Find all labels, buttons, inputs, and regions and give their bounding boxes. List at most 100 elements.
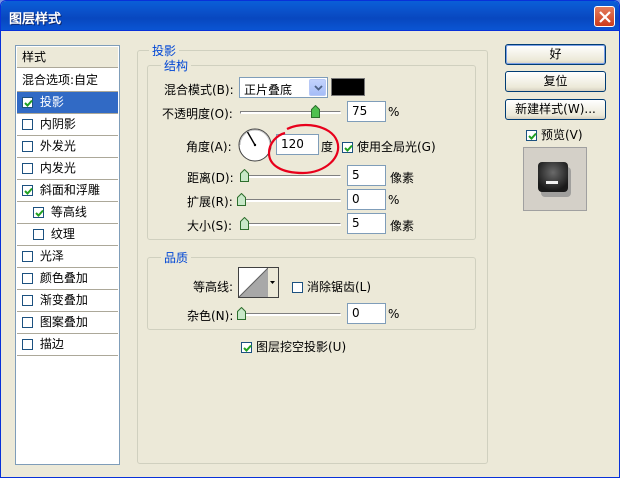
checkmark-icon — [24, 99, 33, 107]
style-item-texture[interactable]: 纹理 — [17, 224, 118, 245]
opacity-slider-thumb[interactable] — [311, 105, 321, 118]
caret-down-icon — [270, 281, 275, 284]
style-item-inner-shadow[interactable]: 内阴影 — [17, 114, 118, 135]
global-light-label: 使用全局光(G) — [357, 140, 436, 154]
distance-input[interactable]: 5 — [347, 165, 386, 186]
layer-style-dialog: 图层样式 样式 混合选项:自定 投影 内阴影 外发光 内发光 斜面和浮雕 等高线… — [0, 0, 620, 478]
checkmark-icon — [344, 144, 353, 152]
opacity-label: 不透明度(O): — [162, 107, 233, 121]
spread-unit: % — [388, 193, 400, 207]
distance-slider-track[interactable] — [240, 175, 341, 178]
style-item-label: 描边 — [39, 337, 64, 351]
blend-mode-label: 混合模式(B): — [164, 83, 234, 97]
angle-input[interactable]: 120 — [276, 134, 319, 155]
gradient-overlay-checkbox[interactable] — [22, 295, 33, 306]
noise-slider-track[interactable] — [240, 313, 341, 316]
close-icon — [599, 11, 611, 23]
bevel-emboss-checkbox[interactable] — [22, 185, 33, 196]
noise-input[interactable]: 0 — [347, 303, 386, 324]
knockout-label: 图层挖空投影(U) — [256, 340, 347, 354]
styles-list-header[interactable]: 样式 — [17, 47, 118, 68]
knockout-checkbox[interactable] — [241, 342, 252, 353]
style-item-label: 内发光 — [39, 161, 76, 175]
noise-label: 杂色(N): — [187, 309, 234, 323]
style-item-label: 颜色叠加 — [39, 271, 88, 285]
distance-slider-thumb[interactable] — [240, 169, 249, 182]
size-label: 大小(S): — [187, 219, 233, 233]
spread-slider-thumb[interactable] — [237, 193, 246, 206]
opacity-unit: % — [388, 105, 400, 119]
spread-slider-track[interactable] — [240, 199, 341, 202]
dropdown-arrow[interactable] — [309, 79, 326, 96]
style-item-outer-glow[interactable]: 外发光 — [17, 136, 118, 157]
opacity-input[interactable]: 75 — [347, 101, 386, 122]
structure-group-title: 结构 — [161, 57, 192, 74]
preview-checkbox-row[interactable]: 预览(V) — [526, 126, 583, 143]
texture-checkbox[interactable] — [33, 229, 44, 240]
noise-slider-thumb[interactable] — [237, 307, 246, 320]
drop-shadow-checkbox[interactable] — [22, 97, 33, 108]
color-overlay-checkbox[interactable] — [22, 273, 33, 284]
outer-glow-checkbox[interactable] — [22, 141, 33, 152]
size-input[interactable]: 5 — [347, 213, 386, 234]
style-item-blending-options[interactable]: 混合选项:自定 — [17, 70, 118, 91]
contour-dropdown[interactable] — [268, 267, 279, 298]
style-item-inner-glow[interactable]: 内发光 — [17, 158, 118, 179]
style-item-label: 混合选项:自定 — [22, 73, 99, 87]
pattern-overlay-checkbox[interactable] — [22, 317, 33, 328]
checkmark-icon — [35, 209, 44, 217]
title-bar[interactable]: 图层样式 — [1, 1, 619, 31]
chevron-down-icon — [314, 85, 323, 91]
style-item-label: 图案叠加 — [39, 315, 88, 329]
style-item-gradient-overlay[interactable]: 渐变叠加 — [17, 290, 118, 311]
style-item-label: 渐变叠加 — [39, 293, 88, 307]
global-light-checkbox[interactable] — [342, 142, 353, 153]
checkmark-icon — [528, 132, 537, 140]
window-title: 图层样式 — [9, 12, 62, 27]
blend-mode-value: 正片叠底 — [244, 83, 293, 97]
preview-label: 预览(V) — [541, 128, 583, 142]
spread-input[interactable]: 0 — [347, 189, 386, 210]
new-style-button[interactable]: 新建样式(W)... — [505, 99, 606, 120]
style-item-satin[interactable]: 光泽 — [17, 246, 118, 267]
style-item-stroke[interactable]: 描边 — [17, 334, 118, 355]
preview-swatch-icon — [538, 162, 571, 197]
contour-picker[interactable] — [238, 267, 269, 298]
angle-dial[interactable] — [237, 127, 273, 163]
inner-shadow-checkbox[interactable] — [22, 119, 33, 130]
contour-checkbox[interactable] — [33, 207, 44, 218]
style-item-label: 光泽 — [39, 249, 64, 263]
global-light-checkbox-row[interactable]: 使用全局光(G) — [342, 138, 436, 155]
style-item-label: 等高线 — [50, 205, 87, 219]
distance-label: 距离(D): — [187, 171, 234, 185]
style-item-contour[interactable]: 等高线 — [17, 202, 118, 223]
quality-group-title: 品质 — [161, 249, 192, 266]
blend-mode-select[interactable]: 正片叠底 — [239, 77, 328, 98]
style-item-label: 外发光 — [39, 139, 76, 153]
ok-button[interactable]: 好 — [505, 44, 606, 65]
satin-checkbox[interactable] — [22, 251, 33, 262]
size-slider-thumb[interactable] — [240, 217, 249, 230]
knockout-checkbox-row[interactable]: 图层挖空投影(U) — [241, 338, 346, 355]
style-item-color-overlay[interactable]: 颜色叠加 — [17, 268, 118, 289]
style-item-pattern-overlay[interactable]: 图案叠加 — [17, 312, 118, 333]
inner-glow-checkbox[interactable] — [22, 163, 33, 174]
style-item-label: 斜面和浮雕 — [39, 183, 100, 197]
reset-button[interactable]: 复位 — [505, 71, 606, 92]
stroke-checkbox[interactable] — [22, 339, 33, 350]
anti-alias-checkbox-row[interactable]: 消除锯齿(L) — [292, 278, 371, 295]
anti-alias-checkbox[interactable] — [292, 282, 303, 293]
shadow-color-swatch[interactable] — [331, 78, 365, 96]
opacity-slider-track[interactable] — [240, 111, 341, 114]
style-item-drop-shadow[interactable]: 投影 — [17, 92, 118, 113]
preview-checkbox[interactable] — [526, 130, 537, 141]
spread-label: 扩展(R): — [187, 195, 233, 209]
close-button[interactable] — [594, 6, 615, 27]
size-slider-track[interactable] — [240, 223, 341, 226]
distance-unit: 像素 — [390, 171, 415, 185]
style-item-bevel-emboss[interactable]: 斜面和浮雕 — [17, 180, 118, 201]
style-item-label: 纹理 — [50, 227, 75, 241]
noise-unit: % — [388, 307, 400, 321]
anti-alias-label: 消除锯齿(L) — [307, 280, 372, 294]
angle-label: 角度(A): — [186, 140, 232, 154]
